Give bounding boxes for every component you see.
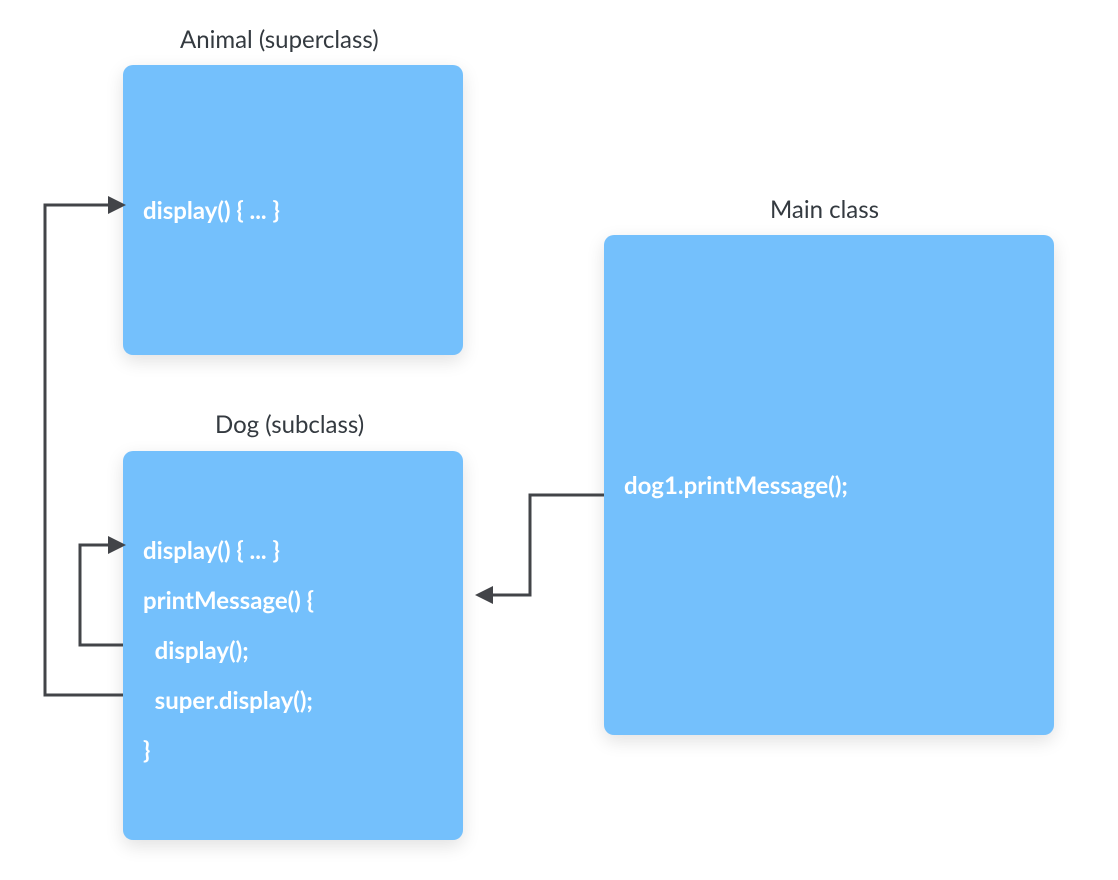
- arrow-display-to-dog-display: [80, 545, 123, 645]
- main-box: dog1.printMessage();: [604, 235, 1054, 735]
- dog-display-method: display() { ... }: [143, 526, 443, 576]
- main-title: Main class: [770, 195, 879, 224]
- arrow-main-to-printmessage: [478, 495, 604, 595]
- dog-title: Dog (subclass): [215, 410, 364, 439]
- animal-box: display() { ... }: [123, 65, 463, 355]
- animal-display-method: display() { ... }: [143, 196, 280, 225]
- dog-printmessage-close: }: [143, 726, 443, 776]
- dog-call-super-display: super.display();: [143, 676, 443, 726]
- animal-title: Animal (superclass): [180, 25, 379, 54]
- dog-printmessage-open: printMessage() {: [143, 576, 443, 626]
- diagram-canvas: Animal (superclass) Dog (subclass) Main …: [0, 0, 1118, 880]
- arrow-super-to-animal-display: [45, 205, 123, 695]
- main-code-line: dog1.printMessage();: [624, 471, 848, 500]
- dog-box: display() { ... } printMessage() { displ…: [123, 451, 463, 840]
- dog-call-display: display();: [143, 626, 443, 676]
